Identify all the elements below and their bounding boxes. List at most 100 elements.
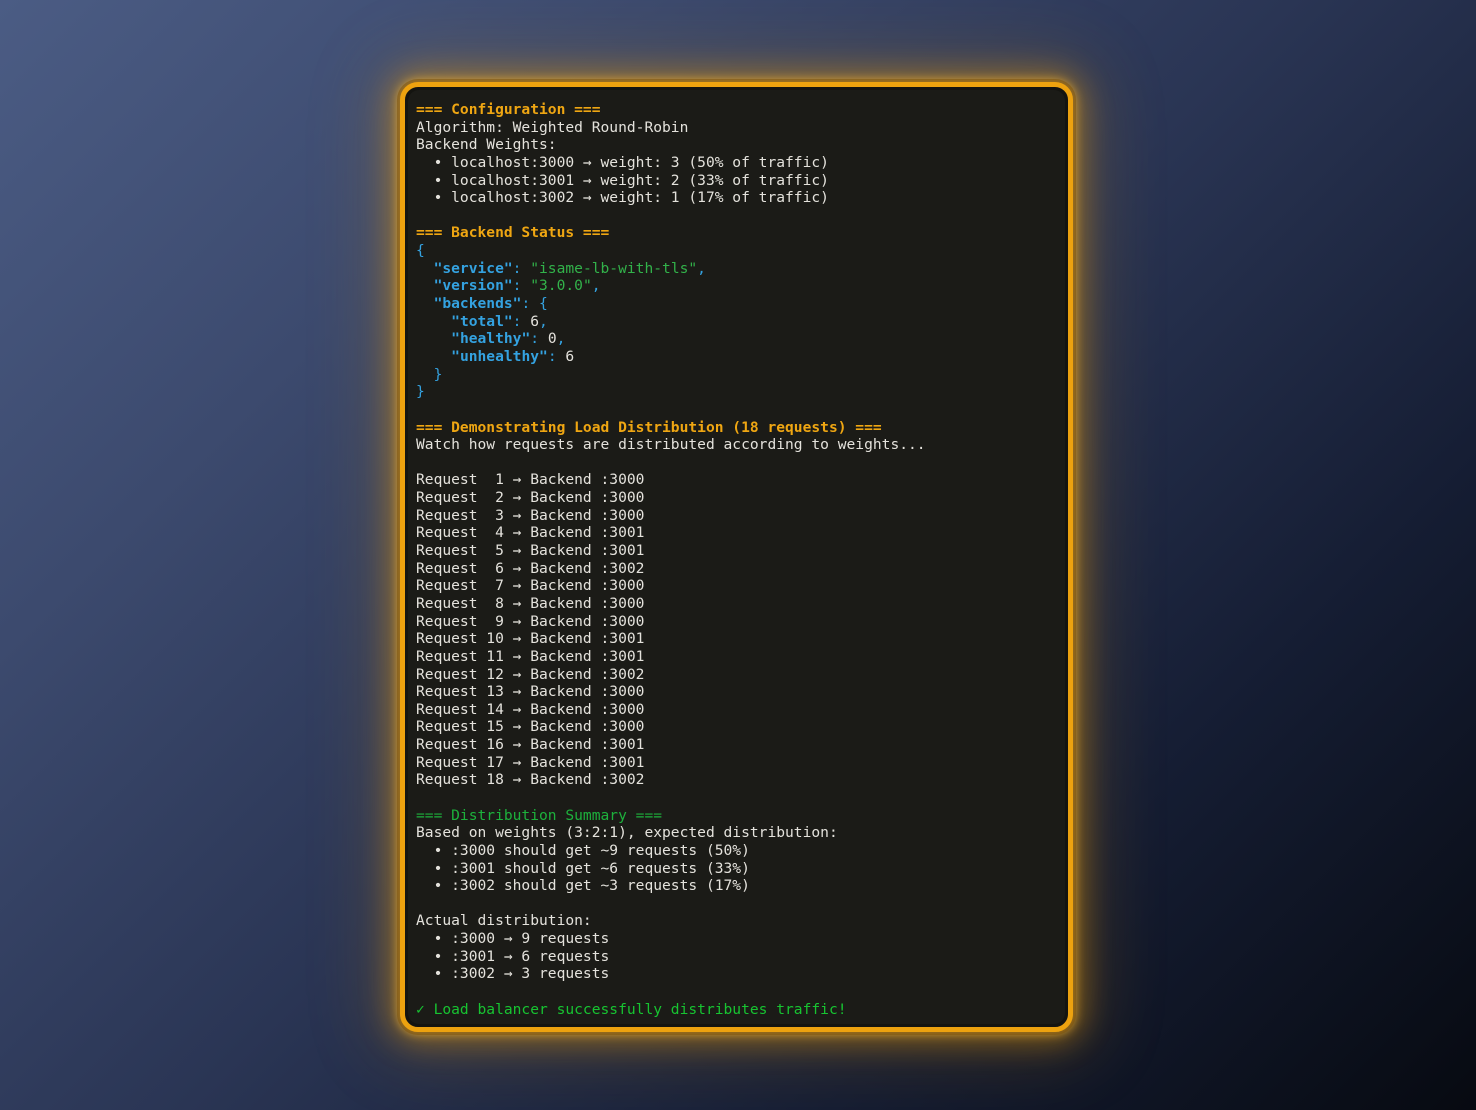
section-header-text: === Demonstrating Load Distribution (18 … [416, 419, 882, 436]
terminal-text: Request 7 → Backend :3000 [416, 577, 644, 594]
terminal-text: Request 2 → Backend :3000 [416, 489, 644, 506]
terminal-text: Request 9 → Backend :3000 [416, 613, 644, 630]
terminal-text [416, 277, 434, 294]
terminal-line: Request 7 → Backend :3000 [416, 577, 1057, 595]
terminal-text [416, 260, 434, 277]
terminal-line: "service": "isame-lb-with-tls", [416, 260, 1057, 278]
terminal-line [416, 454, 1057, 472]
terminal-text: 6 [565, 348, 574, 365]
terminal-line [416, 789, 1057, 807]
terminal-line: Request 18 → Backend :3002 [416, 771, 1057, 789]
terminal-line: === Distribution Summary === [416, 807, 1057, 825]
terminal-text [416, 348, 451, 365]
terminal-line: Request 8 → Backend :3000 [416, 595, 1057, 613]
terminal-line: "unhealthy": 6 [416, 348, 1057, 366]
desktop-background: { "palette": { "page_bg_top_left": "#4b5… [0, 0, 1476, 1110]
summary-header-text: === Distribution Summary === [416, 807, 662, 824]
terminal-text: } [434, 366, 443, 383]
terminal-text: : [513, 277, 531, 294]
terminal-line: { [416, 242, 1057, 260]
section-header-text: === Backend Status === [416, 224, 609, 241]
terminal-text: : [548, 348, 566, 365]
terminal-text: • :3002 should get ~3 requests (17%) [416, 877, 750, 894]
terminal-line: } [416, 383, 1057, 401]
terminal-line: • localhost:3002 → weight: 1 (17% of tra… [416, 189, 1057, 207]
terminal-line: Request 10 → Backend :3001 [416, 630, 1057, 648]
terminal-text: "backends" [434, 295, 522, 312]
terminal-line: • :3000 → 9 requests [416, 930, 1057, 948]
terminal-line: Request 3 → Backend :3000 [416, 507, 1057, 525]
terminal-line: === Demonstrating Load Distribution (18 … [416, 419, 1057, 437]
terminal-line: Watch how requests are distributed accor… [416, 436, 1057, 454]
terminal-text: Request 4 → Backend :3001 [416, 524, 644, 541]
terminal-text: , [697, 260, 706, 277]
terminal-line [416, 207, 1057, 225]
terminal-line: • localhost:3001 → weight: 2 (33% of tra… [416, 172, 1057, 190]
terminal-line: Request 2 → Backend :3000 [416, 489, 1057, 507]
terminal-text: Request 18 → Backend :3002 [416, 771, 644, 788]
terminal-text: Request 14 → Backend :3000 [416, 701, 644, 718]
terminal-text: : [530, 330, 548, 347]
terminal-text: : [513, 260, 531, 277]
terminal-text: • :3002 → 3 requests [416, 965, 609, 982]
terminal-text: , [592, 277, 601, 294]
terminal-line: === Backend Status === [416, 224, 1057, 242]
terminal-line: Request 11 → Backend :3001 [416, 648, 1057, 666]
terminal-text: } [416, 383, 425, 400]
terminal-text [416, 366, 434, 383]
terminal-line: • localhost:3000 → weight: 3 (50% of tra… [416, 154, 1057, 172]
terminal-line: Request 15 → Backend :3000 [416, 718, 1057, 736]
terminal-text: Based on weights (3:2:1), expected distr… [416, 824, 838, 841]
terminal-line: • :3002 should get ~3 requests (17%) [416, 877, 1057, 895]
terminal-line: Request 14 → Backend :3000 [416, 701, 1057, 719]
terminal-text: • localhost:3001 → weight: 2 (33% of tra… [416, 172, 829, 189]
terminal-line: • :3001 → 6 requests [416, 948, 1057, 966]
terminal-text: { [416, 242, 425, 259]
terminal-text: Request 17 → Backend :3001 [416, 754, 644, 771]
terminal-text: Request 3 → Backend :3000 [416, 507, 644, 524]
terminal-line: Request 6 → Backend :3002 [416, 560, 1057, 578]
terminal-line: Request 17 → Backend :3001 [416, 754, 1057, 772]
terminal-line: Request 16 → Backend :3001 [416, 736, 1057, 754]
terminal-text: Algorithm: Weighted Round-Robin [416, 119, 688, 136]
terminal-text: • :3000 should get ~9 requests (50%) [416, 842, 750, 859]
terminal-text: Request 5 → Backend :3001 [416, 542, 644, 559]
terminal-text: • :3000 → 9 requests [416, 930, 609, 947]
terminal-text: : [513, 313, 531, 330]
terminal-text: Request 6 → Backend :3002 [416, 560, 644, 577]
terminal-text: 0 [548, 330, 557, 347]
terminal-text: • localhost:3000 → weight: 3 (50% of tra… [416, 154, 829, 171]
terminal-text: Request 8 → Backend :3000 [416, 595, 644, 612]
success-message-text: ✓ Load balancer successfully distributes… [416, 1001, 847, 1018]
terminal-text: Request 13 → Backend :3000 [416, 683, 644, 700]
terminal-line: Request 12 → Backend :3002 [416, 666, 1057, 684]
terminal-text: : { [521, 295, 547, 312]
terminal-text: "healthy" [451, 330, 530, 347]
terminal-line [416, 895, 1057, 913]
terminal-line: "version": "3.0.0", [416, 277, 1057, 295]
terminal-text: "isame-lb-with-tls" [530, 260, 697, 277]
terminal-text: "unhealthy" [451, 348, 548, 365]
terminal-text: Request 1 → Backend :3000 [416, 471, 644, 488]
terminal-line: } [416, 366, 1057, 384]
section-header-text: === Configuration === [416, 101, 601, 118]
terminal-text: , [539, 313, 548, 330]
terminal-text: Request 16 → Backend :3001 [416, 736, 644, 753]
terminal-text: "service" [434, 260, 513, 277]
terminal-text [416, 313, 451, 330]
terminal-text: Backend Weights: [416, 136, 557, 153]
terminal-line: • :3002 → 3 requests [416, 965, 1057, 983]
terminal-line: Request 9 → Backend :3000 [416, 613, 1057, 631]
terminal-line: "total": 6, [416, 313, 1057, 331]
terminal-text: • localhost:3002 → weight: 1 (17% of tra… [416, 189, 829, 206]
terminal-line: Request 13 → Backend :3000 [416, 683, 1057, 701]
terminal-text: 6 [530, 313, 539, 330]
terminal-text: , [557, 330, 566, 347]
terminal-text: Watch how requests are distributed accor… [416, 436, 926, 453]
terminal-text: Request 15 → Backend :3000 [416, 718, 644, 735]
terminal-text: Request 11 → Backend :3001 [416, 648, 644, 665]
terminal-text: "total" [451, 313, 513, 330]
terminal-text: "3.0.0" [530, 277, 592, 294]
terminal-line: Based on weights (3:2:1), expected distr… [416, 824, 1057, 842]
terminal-text: • :3001 → 6 requests [416, 948, 609, 965]
